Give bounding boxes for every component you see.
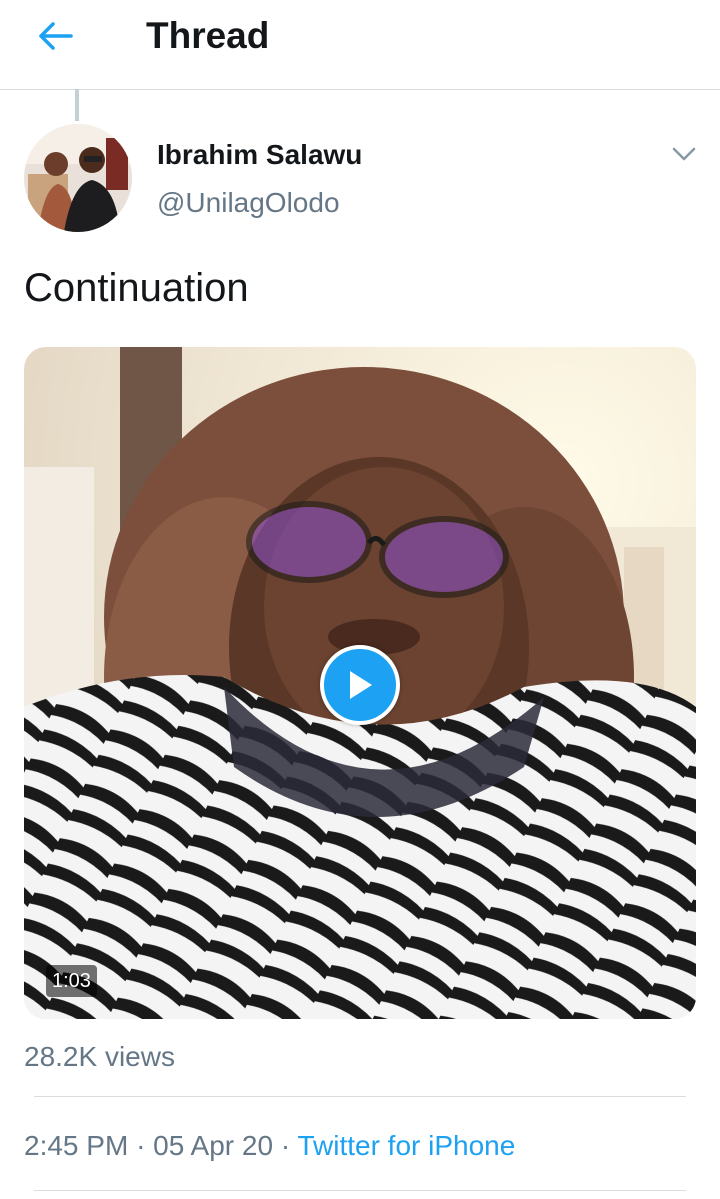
arrow-left-icon: [39, 22, 73, 50]
tweet-text: Continuation: [24, 266, 249, 310]
page-title: Thread: [146, 15, 270, 56]
author-handle: @UnilagOlodo: [157, 187, 340, 218]
divider: [34, 1190, 686, 1191]
divider: [34, 1096, 686, 1097]
author-name[interactable]: Ibrahim Salawu: [157, 138, 362, 172]
top-bar: Thread: [0, 0, 720, 90]
tweet-metadata: 2:45 PM · 05 Apr 20 · Twitter for iPhone: [24, 1128, 515, 1164]
avatar[interactable]: [24, 124, 132, 232]
back-button[interactable]: [36, 18, 76, 54]
meta-separator: ·: [280, 1130, 291, 1161]
meta-separator: ·: [136, 1130, 146, 1161]
play-icon: [350, 671, 372, 699]
tweet-time: 2:45 PM: [24, 1130, 129, 1161]
thread-connector-line: [75, 89, 79, 121]
tweet-source-link[interactable]: Twitter for iPhone: [297, 1130, 515, 1161]
view-count: 28.2K views: [24, 1041, 175, 1072]
play-button[interactable]: [320, 645, 400, 725]
chevron-down-icon: [672, 147, 696, 161]
tweet-date: 05 Apr 20: [153, 1130, 274, 1161]
tweet-menu-button[interactable]: [664, 138, 704, 170]
video-duration-badge: 1:03: [46, 965, 97, 997]
